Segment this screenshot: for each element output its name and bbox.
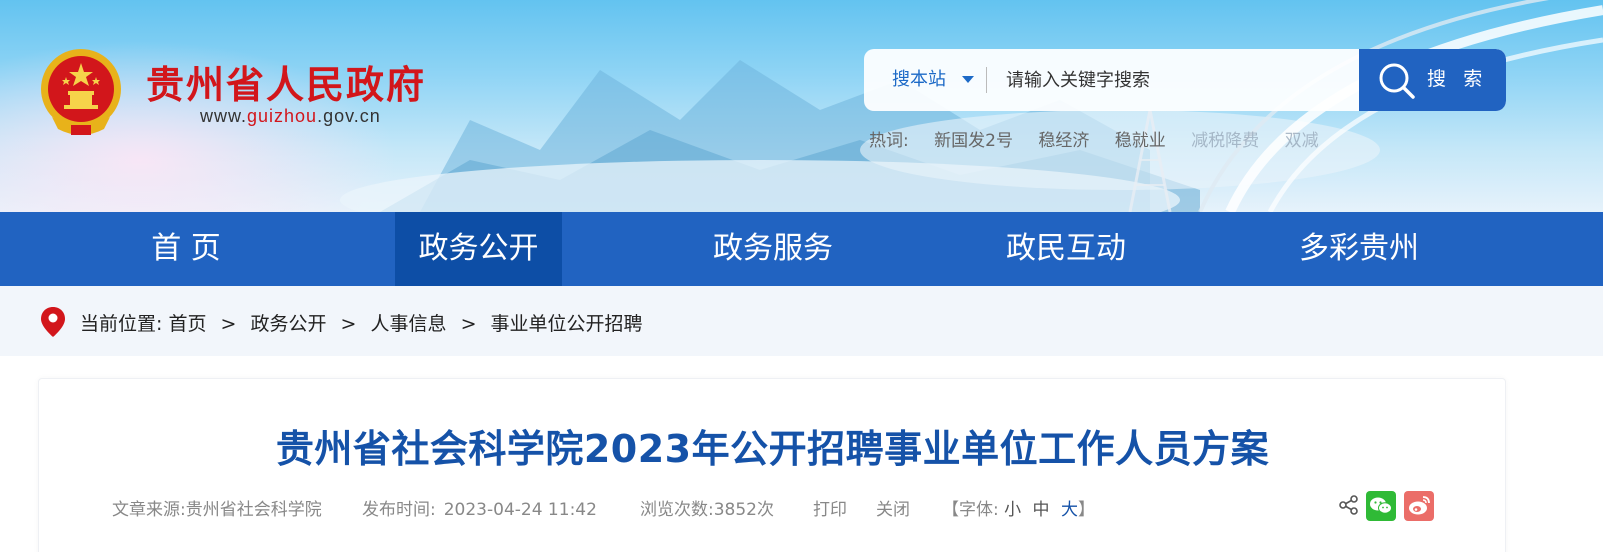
- breadcrumb-link-home[interactable]: 首页: [168, 313, 206, 335]
- hotword-link[interactable]: 新国发2号: [934, 131, 1013, 151]
- meta-source-value: 贵州省社会科学院: [185, 500, 322, 520]
- search-input[interactable]: [1006, 49, 1356, 111]
- search-button[interactable]: 搜 索: [1359, 49, 1506, 111]
- hotword-link[interactable]: 双减: [1285, 131, 1319, 151]
- search-button-label: 搜 索: [1427, 69, 1489, 90]
- nav-item-interaction[interactable]: 政民互动: [961, 212, 1171, 286]
- meta-publish-time: 发布时间: 2023-04-24 11:42: [362, 495, 597, 520]
- close-link[interactable]: 关闭: [876, 495, 910, 520]
- meta-source: 文章来源:贵州省社会科学院: [112, 495, 322, 520]
- site-url-prefix: www.: [200, 106, 248, 126]
- nav-item-colorful-guizhou[interactable]: 多彩贵州: [1254, 212, 1464, 286]
- location-pin-icon: [41, 307, 65, 337]
- font-size-medium[interactable]: 中: [1033, 500, 1050, 520]
- main-nav: 首 页 政务公开 政务服务 政民互动 多彩贵州: [0, 212, 1603, 286]
- wechat-icon: [1370, 497, 1392, 514]
- share-icon[interactable]: [1338, 494, 1360, 516]
- nav-item-gov-services[interactable]: 政务服务: [668, 212, 878, 286]
- weibo-share-button[interactable]: [1404, 491, 1434, 521]
- font-size-end: 】: [1077, 500, 1095, 520]
- site-url-highlight: guizhou: [247, 106, 318, 126]
- search-icon: [1379, 63, 1415, 99]
- site-title[interactable]: 贵州省人民政府: [146, 54, 426, 109]
- site-url-suffix: .gov.cn: [317, 106, 381, 126]
- font-size-control: 【字体: 小 中 大】: [942, 495, 1095, 520]
- font-size-label: 【字体:: [942, 500, 999, 520]
- breadcrumb-separator: >: [460, 313, 477, 335]
- header-banner: 贵州省人民政府 www.guizhou.gov.cn 搜本站 搜 索 热词: 新…: [0, 0, 1603, 212]
- nav-item-home[interactable]: 首 页: [80, 212, 292, 286]
- chevron-down-icon[interactable]: [962, 76, 974, 83]
- breadcrumb-link-recruitment[interactable]: 事业单位公开招聘: [491, 313, 643, 335]
- meta-views: 浏览次数:3852次: [640, 495, 774, 520]
- weibo-icon: [1409, 496, 1430, 515]
- breadcrumb-prefix: 当前位置:: [80, 313, 163, 335]
- font-size-large[interactable]: 大: [1061, 500, 1078, 520]
- nav-item-gov-affairs-open[interactable]: 政务公开: [395, 212, 562, 286]
- meta-publish-value: 2023-04-24 11:42: [443, 500, 597, 520]
- hotwords-label: 热词:: [869, 131, 909, 151]
- wechat-share-button[interactable]: [1366, 491, 1396, 521]
- search-box: 搜本站 搜 索: [864, 49, 1506, 111]
- meta-views-value: 3852次: [713, 500, 774, 520]
- hotwords: 热词: 新国发2号 稳经济 稳就业 减税降费 双减: [869, 126, 1339, 151]
- national-emblem-icon: [41, 49, 121, 135]
- print-link[interactable]: 打印: [813, 495, 847, 520]
- breadcrumb-link-personnel[interactable]: 人事信息: [371, 313, 447, 335]
- breadcrumb-link-gov-open[interactable]: 政务公开: [250, 313, 326, 335]
- hotword-link[interactable]: 稳就业: [1115, 131, 1166, 151]
- breadcrumb: 当前位置: 首页 > 政务公开 > 人事信息 > 事业单位公开招聘: [80, 309, 643, 336]
- hotword-link[interactable]: 稳经济: [1038, 131, 1089, 151]
- search-divider: [986, 67, 987, 93]
- search-scope-select[interactable]: 搜本站: [892, 49, 946, 111]
- font-size-small[interactable]: 小: [1004, 500, 1021, 520]
- site-url: www.guizhou.gov.cn: [200, 106, 381, 127]
- meta-views-label: 浏览次数:: [640, 500, 714, 520]
- breadcrumb-separator: >: [220, 313, 237, 335]
- hotword-link[interactable]: 减税降费: [1191, 131, 1259, 151]
- meta-source-label: 文章来源:: [112, 500, 186, 520]
- meta-publish-label: 发布时间:: [362, 500, 436, 520]
- breadcrumb-separator: >: [340, 313, 357, 335]
- article-title: 贵州省社会科学院2023年公开招聘事业单位工作人员方案: [275, 427, 1270, 471]
